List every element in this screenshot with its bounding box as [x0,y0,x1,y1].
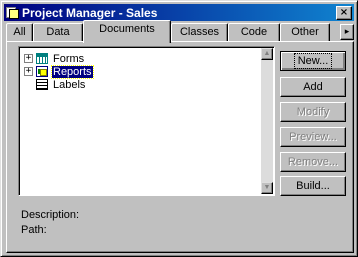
remove-button[interactable]: Remove... [280,152,346,172]
form-icon [36,53,48,64]
report-icon [36,66,48,77]
tree-vertical-scrollbar[interactable]: ▲ ▼ [261,48,273,194]
tab-data[interactable]: Data [33,23,83,41]
build-button[interactable]: Build... [280,176,346,196]
tab-code[interactable]: Code [228,23,280,41]
project-manager-window: Project Manager - Sales × All Data Docum… [0,0,358,257]
close-icon: × [339,7,349,18]
tab-other[interactable]: Other [280,23,330,41]
modify-button[interactable]: Modify [280,102,346,122]
arrow-up-icon: ▲ [263,50,271,57]
tree-item-label: Reports [51,64,94,79]
title-bar[interactable]: Project Manager - Sales × [4,4,354,21]
add-button[interactable]: Add [280,77,346,97]
tab-scroll-right-button[interactable]: ▸ [340,24,354,40]
tab-all[interactable]: All [6,23,33,41]
chevron-right-icon: ▸ [344,26,350,36]
document-tree[interactable]: + Forms + Reports Labels ▲ ▼ [18,46,275,196]
label-icon [36,79,48,90]
project-manager-icon [6,6,19,19]
tree-item-labels[interactable]: Labels [24,78,86,91]
scroll-up-button[interactable]: ▲ [261,48,273,60]
tree-item-reports[interactable]: + Reports [24,64,94,79]
documents-panel: + Forms + Reports Labels ▲ ▼ New... Add … [6,41,354,253]
tab-classes[interactable]: Classes [171,23,228,41]
tree-item-label: Labels [53,78,86,91]
description-label: Description: [21,209,80,221]
path-label: Path: [21,224,47,236]
tree-item-label: Forms [53,52,85,65]
close-button[interactable]: × [336,6,352,20]
expand-icon[interactable]: + [24,67,33,76]
tree-item-forms[interactable]: + Forms [24,52,85,65]
arrow-down-icon: ▼ [263,184,271,191]
expand-icon[interactable]: + [24,54,33,63]
new-button[interactable]: New... [280,51,346,71]
window-title: Project Manager - Sales [22,5,158,20]
preview-button[interactable]: Preview... [280,127,346,147]
scroll-down-button[interactable]: ▼ [261,182,273,194]
tab-documents[interactable]: Documents [83,20,171,43]
